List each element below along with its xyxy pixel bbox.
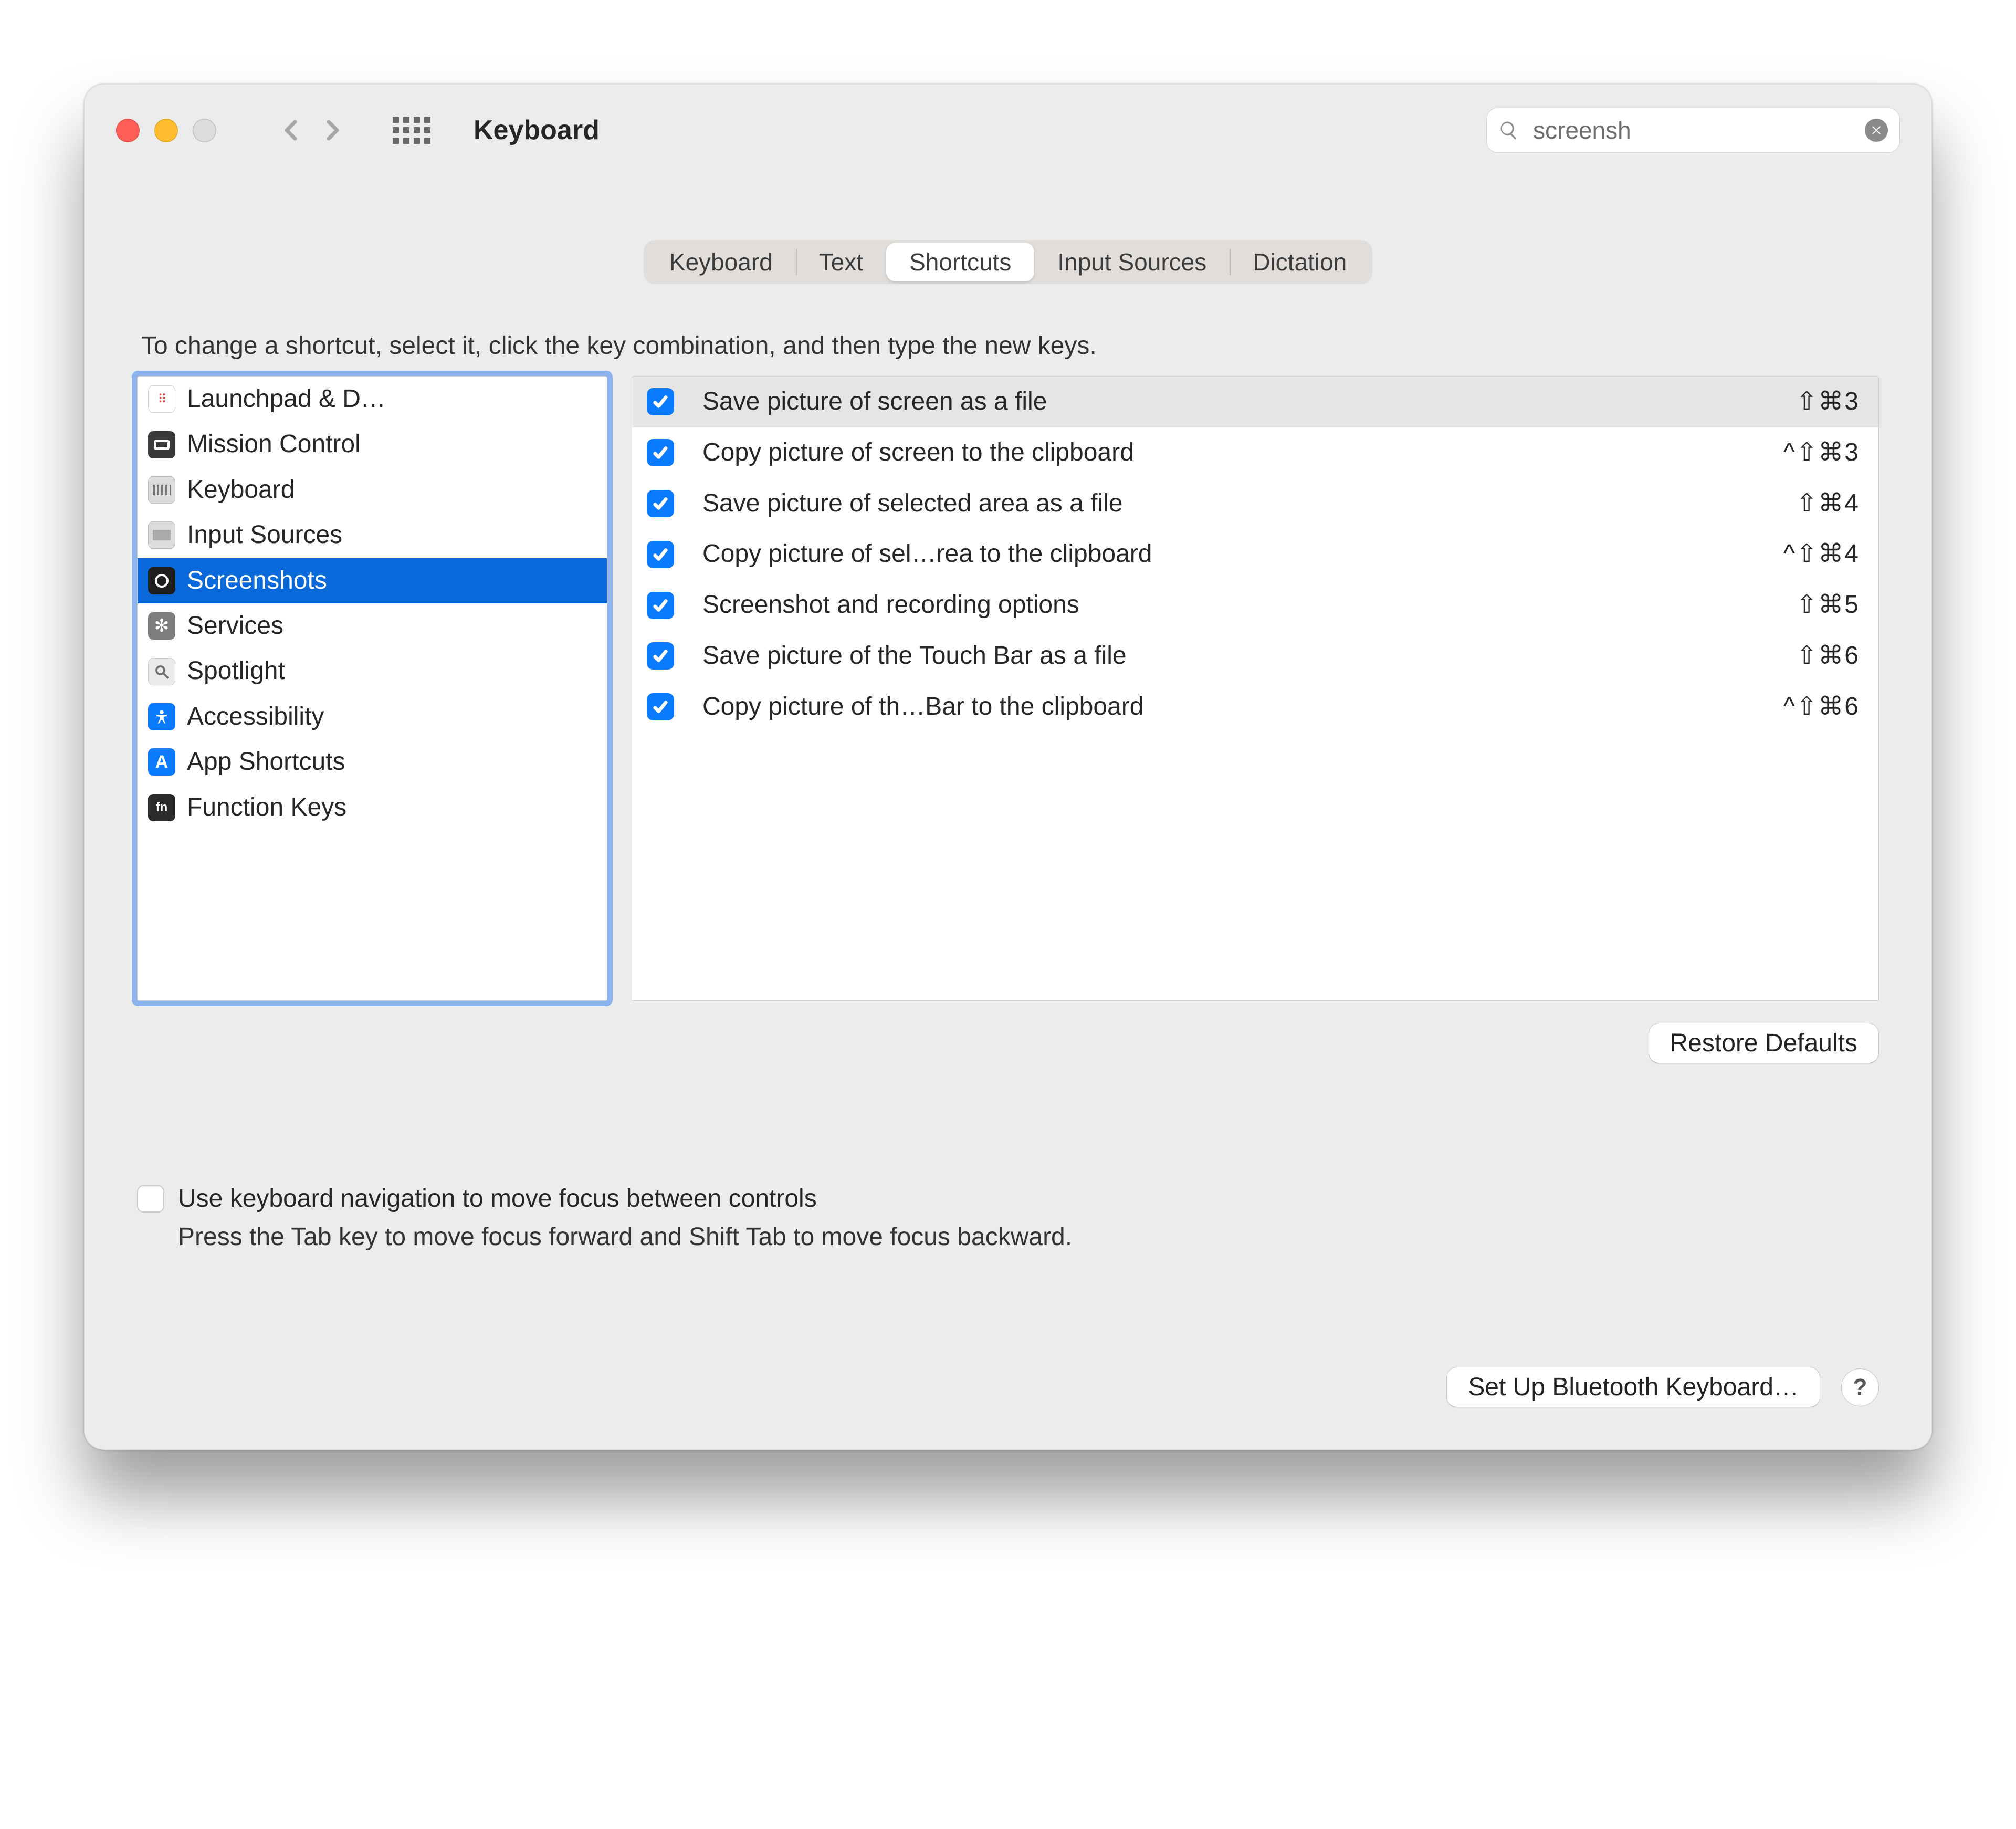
close-window-button[interactable] (116, 119, 140, 142)
shortcut-checkbox[interactable] (647, 642, 674, 670)
shortcut-row[interactable]: Save picture of the Touch Bar as a file⇧… (632, 631, 1878, 682)
setup-bluetooth-keyboard-button[interactable]: Set Up Bluetooth Keyboard… (1446, 1367, 1820, 1407)
window-toolbar: Keyboard (85, 85, 1931, 172)
tab-text[interactable]: Text (796, 243, 886, 281)
sidebar-item-mission-control[interactable]: Mission Control (138, 422, 607, 467)
keyboard-nav-option[interactable]: Use keyboard navigation to move focus be… (137, 1184, 1879, 1213)
shortcut-checkbox[interactable] (647, 592, 674, 619)
search-icon (1498, 120, 1519, 141)
shortcut-checkbox[interactable] (647, 541, 674, 568)
shortcut-row[interactable]: Screenshot and recording options⇧⌘5 (632, 580, 1878, 631)
sidebar-item-label: Keyboard (187, 471, 295, 509)
search-input[interactable] (1532, 116, 1852, 145)
help-button[interactable]: ? (1841, 1368, 1879, 1406)
shortcut-row[interactable]: Save picture of screen as a file⇧⌘3 (632, 377, 1878, 427)
sidebar-item-label: Screenshots (187, 561, 327, 600)
forward-button[interactable] (321, 120, 342, 141)
shortcut-checkbox[interactable] (647, 439, 674, 466)
shortcut-checkbox[interactable] (647, 693, 674, 720)
tab-keyboard[interactable]: Keyboard (646, 243, 796, 281)
tab-dictation[interactable]: Dictation (1230, 243, 1370, 281)
minimize-window-button[interactable] (154, 119, 178, 142)
shortcut-keys[interactable]: ⇧⌘6 (1796, 636, 1860, 676)
shortcut-keys[interactable]: ⇧⌘4 (1796, 484, 1860, 524)
restore-defaults-button[interactable]: Restore Defaults (1648, 1023, 1880, 1063)
tab-input-sources[interactable]: Input Sources (1034, 243, 1230, 281)
show-all-icon[interactable] (393, 117, 430, 144)
window-body: KeyboardTextShortcutsInput SourcesDictat… (85, 172, 1931, 1449)
shortcuts-panel: ⠿Launchpad & D…Mission Control Keyboard In… (137, 376, 1879, 1001)
sidebar-item-services[interactable]: ✻Services (138, 603, 607, 649)
shortcut-list[interactable]: Save picture of screen as a file⇧⌘3Copy … (632, 376, 1879, 1001)
shortcut-label: Save picture of selected area as a file (702, 484, 1796, 524)
sidebar-item-label: Launchpad & D… (187, 380, 386, 419)
sidebar-item-label: Services (187, 607, 284, 645)
shortcut-label: Copy picture of th…Bar to the clipboard (702, 687, 1783, 727)
zoom-window-button[interactable] (193, 119, 216, 142)
shortcut-label: Save picture of the Touch Bar as a file (702, 636, 1796, 676)
shortcut-keys[interactable]: ⇧⌘3 (1796, 382, 1860, 422)
category-sidebar[interactable]: ⠿Launchpad & D…Mission Control Keyboard In… (137, 376, 607, 1001)
tab-bar: KeyboardTextShortcutsInput SourcesDictat… (137, 193, 1879, 316)
sidebar-item-launchpad[interactable]: ⠿Launchpad & D… (138, 377, 607, 422)
shortcut-keys[interactable]: ^⇧⌘4 (1783, 534, 1860, 574)
shortcut-keys[interactable]: ⇧⌘5 (1796, 585, 1860, 625)
shortcut-checkbox[interactable] (647, 388, 674, 415)
footer-buttons: Set Up Bluetooth Keyboard… ? (137, 1367, 1879, 1407)
sidebar-item-screenshots[interactable]: Screenshots (138, 558, 607, 603)
back-button[interactable] (281, 120, 302, 141)
nav-buttons (281, 120, 342, 141)
instruction-text: To change a shortcut, select it, click t… (141, 331, 1879, 360)
traffic-lights (116, 119, 216, 142)
keyboard-nav-label: Use keyboard navigation to move focus be… (178, 1184, 817, 1213)
sidebar-item-label: Mission Control (187, 425, 361, 464)
sidebar-item-input-sources[interactable]: Input Sources (138, 513, 607, 558)
clear-search-button[interactable] (1865, 119, 1888, 142)
shortcut-label: Copy picture of sel…rea to the clipboard (702, 534, 1783, 574)
shortcut-row[interactable]: Copy picture of sel…rea to the clipboard… (632, 529, 1878, 580)
shortcut-keys[interactable]: ^⇧⌘6 (1783, 687, 1860, 727)
sidebar-item-label: Function Keys (187, 788, 346, 827)
sidebar-item-label: Spotlight (187, 652, 285, 691)
close-icon (1871, 124, 1882, 136)
shortcut-label: Screenshot and recording options (702, 585, 1796, 625)
sidebar-item-keyboard[interactable]: Keyboard (138, 467, 607, 513)
sidebar-item-label: Input Sources (187, 516, 342, 555)
sidebar-item-label: Accessibility (187, 697, 324, 736)
keyboard-nav-checkbox[interactable] (137, 1185, 164, 1213)
preferences-window: Keyboard KeyboardTextShortcutsInput Sour… (84, 84, 1932, 1450)
search-field[interactable] (1486, 108, 1900, 153)
tab-shortcuts[interactable]: Shortcuts (886, 243, 1034, 281)
shortcut-keys[interactable]: ^⇧⌘3 (1783, 433, 1860, 473)
window-title: Keyboard (474, 114, 600, 146)
sidebar-item-accessibility[interactable]: Accessibility (138, 694, 607, 739)
shortcut-checkbox[interactable] (647, 490, 674, 517)
sidebar-item-label: App Shortcuts (187, 743, 345, 781)
keyboard-nav-subtext: Press the Tab key to move focus forward … (178, 1222, 1879, 1251)
shortcut-row[interactable]: Copy picture of screen to the clipboard^… (632, 427, 1878, 478)
shortcut-row[interactable]: Save picture of selected area as a file⇧… (632, 478, 1878, 529)
shortcut-label: Copy picture of screen to the clipboard (702, 433, 1783, 473)
shortcut-label: Save picture of screen as a file (702, 382, 1796, 422)
sidebar-item-function-keys[interactable]: fnFunction Keys (138, 785, 607, 830)
sidebar-item-spotlight[interactable]: Spotlight (138, 649, 607, 694)
sidebar-item-app-shortcuts[interactable]: AApp Shortcuts (138, 739, 607, 785)
shortcut-row[interactable]: Copy picture of th…Bar to the clipboard^… (632, 682, 1878, 733)
